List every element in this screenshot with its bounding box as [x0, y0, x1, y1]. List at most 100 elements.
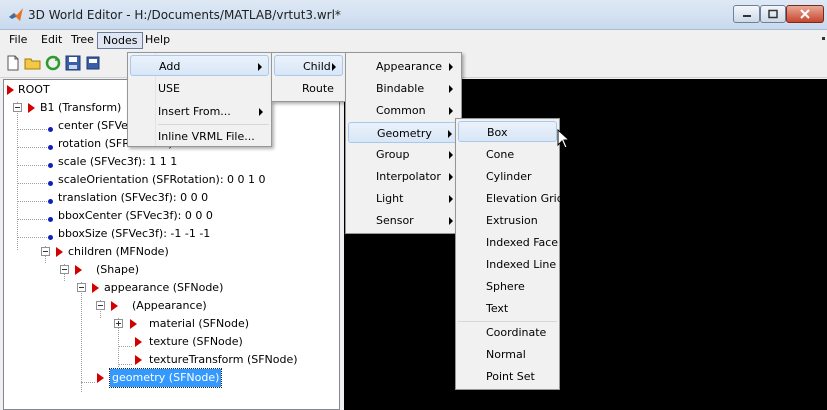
menu-item-light[interactable]: Light [348, 188, 459, 209]
menu-file[interactable]: File [4, 32, 32, 49]
menu-item-sphere[interactable]: Sphere [458, 276, 557, 297]
tree-row-texture[interactable]: texture (SFNode) [149, 333, 243, 351]
field-bullet-icon [48, 235, 53, 240]
submenu-arrow-icon [449, 217, 453, 225]
submenu-arrow-icon [448, 130, 452, 138]
tree-row-shape[interactable]: (Shape) [96, 261, 139, 279]
title-bar: 3D World Editor - H:/Documents/MATLAB/vr… [0, 0, 827, 30]
node-marker-icon [135, 337, 142, 347]
submenu-arrow-icon [259, 108, 263, 116]
node-marker-icon [130, 319, 137, 329]
submenu-arrow-icon [449, 63, 453, 71]
submenu-arrow-icon [258, 63, 262, 71]
menu-item-inline-vrml[interactable]: Inline VRML File... [130, 126, 269, 147]
minimize-icon [742, 15, 751, 17]
maximize-button[interactable] [760, 5, 786, 23]
menu-item-indexed-line-set[interactable]: Indexed Line Set [458, 254, 578, 275]
menu-bar: File Edit Tree Nodes Help [0, 30, 827, 50]
tree-row-texture-transform[interactable]: textureTransform (SFNode) [149, 351, 298, 369]
submenu-arrow-icon [449, 107, 453, 115]
node-marker-icon [135, 355, 142, 365]
collapse-icon[interactable] [60, 265, 69, 274]
submenu-arrow-icon [332, 63, 336, 71]
open-folder-icon[interactable] [24, 54, 42, 72]
menu-item-sensor[interactable]: Sensor [348, 210, 459, 231]
menu-item-text[interactable]: Text [458, 298, 557, 319]
minimize-button[interactable] [733, 5, 760, 23]
node-marker-icon [7, 85, 14, 95]
maximize-icon [768, 9, 778, 19]
menu-item-interpolator[interactable]: Interpolator [348, 166, 459, 187]
node-marker-icon [56, 247, 63, 257]
menu-item-route[interactable]: Route [274, 78, 343, 99]
submenu-arrow-icon [449, 151, 453, 159]
collapse-icon[interactable] [96, 301, 105, 310]
menu-item-bindable[interactable]: Bindable [348, 78, 459, 99]
menu-item-appearance[interactable]: Appearance [348, 56, 459, 77]
tree-row-children[interactable]: children (MFNode) [68, 243, 169, 261]
tree-row-field[interactable]: scale (SFVec3f): 1 1 1 [58, 153, 177, 171]
field-bullet-icon [48, 217, 53, 222]
tree-row-material[interactable]: material (SFNode) [149, 315, 249, 333]
tree-row-field[interactable]: bboxCenter (SFVec3f): 0 0 0 [58, 207, 213, 225]
menu-item-point-set[interactable]: Point Set [458, 366, 557, 387]
menu-nodes[interactable]: Nodes [97, 32, 144, 49]
node-marker-icon [75, 265, 82, 275]
menu-edit[interactable]: Edit [36, 32, 67, 49]
field-bullet-icon [48, 163, 53, 168]
add-submenu: Child Route [271, 52, 346, 102]
field-bullet-icon [48, 127, 53, 132]
menu-item-insert-from[interactable]: Insert From... [130, 101, 269, 122]
menu-item-elevation-grid[interactable]: Elevation Grid [458, 188, 564, 209]
geometry-submenu: Box Cone Cylinder Elevation Grid Extrusi… [455, 118, 580, 390]
collapse-icon[interactable] [13, 103, 22, 112]
tree-row-geometry-selected[interactable]: geometry (SFNode) [108, 368, 223, 388]
tree-row-appearance-field[interactable]: appearance (SFNode) [104, 279, 223, 297]
window-title: 3D World Editor - H:/Documents/MATLAB/vr… [28, 8, 341, 22]
menu-item-child[interactable]: Child [274, 55, 343, 76]
node-marker-icon [97, 373, 104, 383]
menu-item-coordinate[interactable]: Coordinate [458, 322, 557, 343]
overflow-icon [822, 37, 825, 40]
node-marker-icon [111, 301, 118, 311]
tree-row-appearance-node[interactable]: (Appearance) [132, 297, 207, 315]
tree-row-field[interactable]: scaleOrientation (SFRotation): 0 0 1 0 [58, 171, 266, 189]
node-marker-icon [92, 283, 99, 293]
save-icon[interactable] [64, 54, 82, 72]
print-icon[interactable] [84, 54, 102, 72]
field-bullet-icon [48, 199, 53, 204]
menu-item-use[interactable]: USE [130, 78, 269, 99]
close-icon [800, 9, 810, 19]
tree-row-field[interactable]: bboxSize (SFVec3f): -1 -1 -1 [58, 225, 210, 243]
menu-help[interactable]: Help [140, 32, 175, 49]
menu-item-cylinder[interactable]: Cylinder [458, 166, 557, 187]
field-bullet-icon [48, 181, 53, 186]
node-marker-icon [28, 103, 35, 113]
nodes-menu: Add USE Insert From... Inline VRML File.… [127, 52, 272, 147]
child-submenu: Appearance Bindable Common Geometry Grou… [345, 52, 462, 234]
tree-row-field[interactable]: translation (SFVec3f): 0 0 0 [58, 189, 208, 207]
submenu-arrow-icon [449, 85, 453, 93]
menu-item-common[interactable]: Common [348, 100, 459, 121]
tree-row-transform[interactable]: B1 (Transform) [40, 99, 121, 117]
refresh-icon[interactable] [44, 54, 62, 72]
menu-item-box[interactable]: Box [458, 121, 557, 142]
collapse-icon[interactable] [77, 283, 86, 292]
menu-item-cone[interactable]: Cone [458, 144, 557, 165]
new-file-icon[interactable] [4, 54, 22, 72]
collapse-icon[interactable] [41, 247, 50, 256]
tree-row-root[interactable]: ROOT [18, 81, 50, 99]
field-bullet-icon [48, 145, 53, 150]
menu-item-add[interactable]: Add [130, 55, 269, 76]
menu-item-extrusion[interactable]: Extrusion [458, 210, 557, 231]
menu-item-group[interactable]: Group [348, 144, 459, 165]
submenu-arrow-icon [449, 173, 453, 181]
expand-icon[interactable] [114, 319, 123, 328]
close-button[interactable] [786, 5, 824, 23]
menu-item-geometry[interactable]: Geometry [348, 122, 459, 143]
menu-item-normal[interactable]: Normal [458, 344, 557, 365]
menu-tree[interactable]: Tree [66, 32, 99, 49]
menu-item-indexed-face-set[interactable]: Indexed Face Set [458, 232, 580, 253]
matlab-logo-icon [9, 8, 23, 21]
mouse-cursor-icon [557, 129, 571, 149]
